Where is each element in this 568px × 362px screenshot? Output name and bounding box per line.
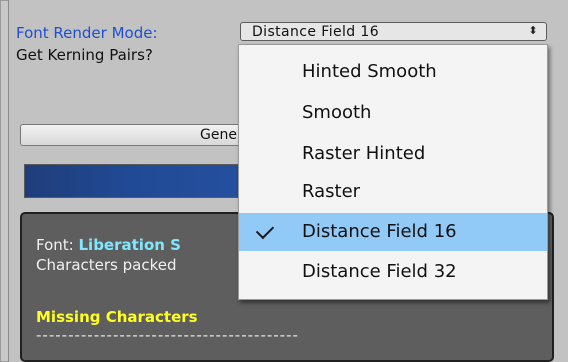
font-render-mode-select[interactable]: Distance Field 16 ⬍ bbox=[240, 22, 547, 41]
option-smooth[interactable]: Smooth bbox=[239, 94, 547, 132]
option-raster-hinted[interactable]: Raster Hinted bbox=[239, 135, 547, 173]
updown-arrows-icon: ⬍ bbox=[528, 24, 538, 37]
option-distance-field-32[interactable]: Distance Field 32 bbox=[239, 253, 547, 291]
font-render-mode-label: Font Render Mode: bbox=[16, 24, 158, 42]
option-hinted-smooth[interactable]: Hinted Smooth bbox=[239, 53, 547, 91]
separator-dashes: ----------------------------------------… bbox=[36, 326, 299, 344]
characters-packed-text: Characters packed bbox=[36, 256, 177, 274]
font-line: Font: Liberation S bbox=[36, 236, 181, 254]
get-kerning-pairs-label: Get Kerning Pairs? bbox=[16, 46, 153, 64]
option-distance-field-16[interactable]: Distance Field 16 bbox=[239, 213, 547, 251]
font-label: Font: bbox=[36, 236, 74, 254]
option-raster[interactable]: Raster bbox=[239, 173, 547, 211]
generate-font-atlas-button[interactable]: Gene bbox=[20, 124, 260, 146]
font-name-value: Liberation S bbox=[78, 236, 181, 254]
checkmark-icon bbox=[255, 220, 275, 240]
missing-characters-title: Missing Characters bbox=[36, 308, 198, 326]
render-mode-dropdown-menu: Hinted Smooth Smooth Raster Hinted Raste… bbox=[238, 44, 548, 300]
select-value: Distance Field 16 bbox=[252, 24, 380, 40]
progress-bar bbox=[24, 164, 264, 198]
